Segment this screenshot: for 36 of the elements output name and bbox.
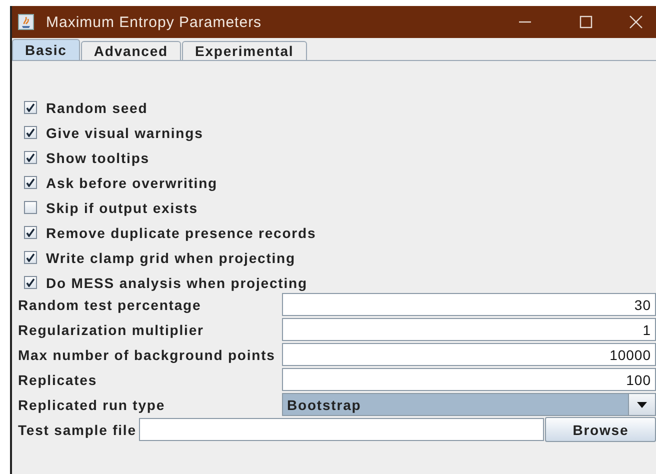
checkbox-label: Give visual warnings bbox=[46, 124, 204, 140]
input-field[interactable]: 1 bbox=[282, 318, 656, 341]
checkbox[interactable] bbox=[24, 276, 37, 289]
browse-button[interactable]: Browse bbox=[545, 417, 656, 442]
input-field[interactable]: 10000 bbox=[282, 343, 656, 366]
field-label: Max number of background points bbox=[18, 346, 276, 362]
checkbox-label: Write clamp grid when projecting bbox=[46, 250, 296, 266]
close-icon bbox=[629, 15, 643, 29]
tab[interactable]: Experimental bbox=[182, 41, 307, 60]
dropdown[interactable]: Bootstrap bbox=[282, 393, 656, 416]
window-title: Maximum Entropy Parameters bbox=[46, 14, 263, 30]
checkbox[interactable] bbox=[24, 201, 37, 214]
maximize-icon bbox=[578, 15, 592, 29]
checkbox-label: Show tooltips bbox=[46, 150, 150, 166]
input-field[interactable] bbox=[139, 418, 544, 441]
tab[interactable]: Advanced bbox=[80, 41, 181, 60]
tab[interactable]: Basic bbox=[12, 39, 80, 60]
checkbox[interactable] bbox=[24, 176, 37, 189]
field-label: Replicated run type bbox=[18, 396, 166, 412]
field-label: Test sample file bbox=[18, 422, 136, 438]
checkbox-label: Random seed bbox=[46, 100, 148, 116]
checkbox-label: Skip if output exists bbox=[46, 200, 198, 216]
field-label: Random test percentage bbox=[18, 296, 202, 312]
checkbox[interactable] bbox=[24, 251, 37, 264]
checkbox[interactable] bbox=[24, 101, 37, 114]
checkbox[interactable] bbox=[24, 126, 37, 139]
checkbox-label: Remove duplicate presence records bbox=[46, 224, 316, 240]
checkbox-label: Do MESS analysis when projecting bbox=[46, 274, 308, 290]
app-icon bbox=[18, 14, 34, 30]
checkbox[interactable] bbox=[24, 226, 37, 239]
input-field[interactable]: 30 bbox=[282, 293, 656, 316]
checkbox-label: Ask before overwriting bbox=[46, 174, 218, 190]
input-field[interactable]: 100 bbox=[282, 368, 656, 391]
checkbox[interactable] bbox=[24, 151, 37, 164]
field-label: Regularization multiplier bbox=[18, 322, 205, 338]
field-label: Replicates bbox=[18, 372, 98, 388]
